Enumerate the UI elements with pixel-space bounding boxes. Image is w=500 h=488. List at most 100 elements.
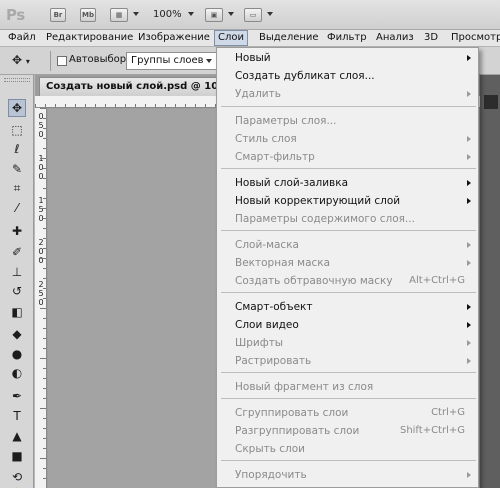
layer-menu-item[interactable]: Смарт-фильтр	[218, 148, 477, 166]
layer-menu-item[interactable]: Параметры слоя...	[218, 112, 477, 130]
ruler-tick	[43, 348, 46, 349]
layer-menu-item[interactable]: Новый слой-заливка	[218, 174, 477, 192]
arrange-documents-button[interactable]: ▣	[205, 8, 223, 22]
ruler-tick	[40, 258, 46, 259]
menu-item-label: Удалить	[235, 88, 281, 100]
layer-menu-item[interactable]: Сгруппировать слои Ctrl+G	[218, 404, 477, 422]
menu-item-label: Создать дубликат слоя...	[235, 70, 375, 82]
shape-tool-icon[interactable]: ■	[8, 447, 26, 465]
menu-3d[interactable]: 3D	[421, 30, 441, 46]
mini-bridge-button[interactable]: Mb	[80, 8, 96, 22]
type-tool-icon[interactable]: T	[8, 407, 26, 425]
arrange-documents-icon: ▣	[210, 11, 218, 19]
ruler-tick	[43, 338, 46, 339]
view-extras-dropdown-icon[interactable]	[133, 12, 139, 16]
layer-menu-item[interactable]: Слой-маска	[218, 236, 477, 254]
quick-selection-tool-icon[interactable]: ✎	[8, 160, 26, 178]
menu-layer[interactable]: Слои	[214, 30, 248, 46]
menu-filter[interactable]: Фильтр	[324, 30, 370, 46]
brush-tool-icon[interactable]: ✐	[8, 243, 26, 261]
menu-item-label: Смарт-объект	[235, 301, 313, 313]
menu-item-label: Стиль слоя	[235, 133, 297, 145]
crop-tool-icon[interactable]: ⌗	[8, 179, 26, 197]
layer-menu-item[interactable]: Новый	[218, 49, 477, 67]
menu-select[interactable]: Выделение	[256, 30, 322, 46]
menu-item-label: Параметры содержимого слоя...	[235, 213, 415, 225]
submenu-arrow-icon	[467, 322, 471, 328]
ruler-label: 2	[38, 238, 44, 247]
zoom-level[interactable]: 100%	[153, 9, 182, 20]
ruler-tick	[43, 218, 46, 219]
layer-menu-item[interactable]: Упорядочить	[218, 466, 477, 484]
ruler-tick	[43, 148, 46, 149]
tool-preset-picker[interactable]: ✥ ▾	[12, 53, 30, 67]
screen-mode-icon: ▭	[249, 11, 257, 19]
layer-menu-item[interactable]: Новый фрагмент из слоя	[218, 378, 477, 396]
clone-stamp-tool-icon[interactable]: ⊥	[8, 263, 26, 281]
ruler-tick	[43, 278, 46, 279]
ruler-tick	[43, 288, 46, 289]
healing-brush-tool-icon[interactable]: ✚	[8, 222, 26, 240]
dodge-tool-icon[interactable]: ◐	[8, 364, 26, 382]
submenu-arrow-icon	[467, 472, 471, 478]
ruler-tick	[43, 138, 46, 139]
view-extras-button[interactable]: ▦	[110, 8, 128, 22]
menu-item-label: Смарт-фильтр	[235, 151, 315, 163]
layer-menu-item[interactable]: Создать дубликат слоя...	[218, 67, 477, 85]
arrange-dropdown-icon[interactable]	[228, 12, 234, 16]
ruler-tick	[43, 388, 46, 389]
autoselect-target-select[interactable]: Группы слоев	[126, 52, 217, 70]
marquee-tool-icon[interactable]: ⬚	[8, 121, 26, 139]
layer-menu-item[interactable]: Смарт-объект	[218, 298, 477, 316]
ruler-tick	[40, 208, 46, 209]
layer-menu-item[interactable]: Растрировать	[218, 352, 477, 370]
application-bar: Ps Br Mb ▦ 100% ▣ ▭	[0, 0, 500, 30]
layer-menu-item[interactable]: Слои видео	[218, 316, 477, 334]
menu-item-label: Параметры слоя...	[235, 115, 337, 127]
layer-menu-item[interactable]: Удалить	[218, 85, 477, 103]
blur-tool-icon[interactable]: ●	[8, 345, 26, 363]
panel-dock	[480, 75, 500, 488]
screen-mode-button[interactable]: ▭	[244, 8, 262, 22]
layer-menu-item[interactable]: Скрыть слои	[218, 440, 477, 458]
lasso-tool-icon[interactable]: ℓ	[8, 140, 26, 158]
ruler-tick	[40, 358, 46, 359]
menu-view[interactable]: Просмотр	[448, 30, 500, 46]
menu-separator	[221, 230, 476, 231]
layer-menu-item[interactable]: Новый корректирующий слой	[218, 192, 477, 210]
eyedropper-tool-icon[interactable]: ⁄	[8, 199, 26, 217]
menu-item-label: Новый корректирующий слой	[235, 195, 401, 207]
menu-file[interactable]: Файл	[5, 30, 39, 46]
path-selection-tool-icon[interactable]: ▲	[8, 427, 26, 445]
photoshop-logo: Ps	[6, 6, 25, 24]
layer-menu-item[interactable]: Разгруппировать слои Shift+Ctrl+G	[218, 422, 477, 440]
layer-menu-item[interactable]: Создать обтравочную маску Alt+Ctrl+G	[218, 272, 477, 290]
menu-item-shortcut: Shift+Ctrl+G	[399, 425, 465, 436]
pen-tool-icon[interactable]: ✒	[8, 387, 26, 405]
layer-menu-item[interactable]: Шрифты	[218, 334, 477, 352]
layer-menu-item[interactable]: Стиль слоя	[218, 130, 477, 148]
screen-mode-dropdown-icon[interactable]	[267, 12, 273, 16]
bridge-button[interactable]: Br	[50, 8, 66, 22]
menu-image[interactable]: Изображение	[135, 30, 213, 46]
layer-menu-item[interactable]: Параметры содержимого слоя...	[218, 210, 477, 228]
menu-separator	[221, 168, 476, 169]
zoom-dropdown-icon[interactable]	[188, 12, 194, 16]
ruler-tick	[40, 308, 46, 309]
ruler-tick	[43, 178, 46, 179]
menu-analysis[interactable]: Анализ	[373, 30, 417, 46]
autoselect-checkbox[interactable]	[57, 56, 67, 66]
paint-bucket-tool-icon[interactable]: ◆	[8, 325, 26, 343]
ruler-tick	[40, 458, 46, 459]
menu-edit[interactable]: Редактирование	[43, 30, 136, 46]
eraser-tool-icon[interactable]: ◧	[8, 303, 26, 321]
panel-grip[interactable]	[4, 78, 30, 82]
layer-menu-item[interactable]: Векторная маска	[218, 254, 477, 272]
move-tool-icon[interactable]: ✥	[8, 99, 26, 117]
menu-separator	[221, 106, 476, 107]
panel-dock-tab[interactable]	[484, 95, 498, 109]
3d-rotate-tool-icon[interactable]: ⟲	[8, 468, 26, 486]
history-brush-tool-icon[interactable]: ↺	[8, 282, 26, 300]
vertical-ruler[interactable]: 050100150200250	[35, 108, 47, 488]
ruler-tick	[43, 438, 46, 439]
